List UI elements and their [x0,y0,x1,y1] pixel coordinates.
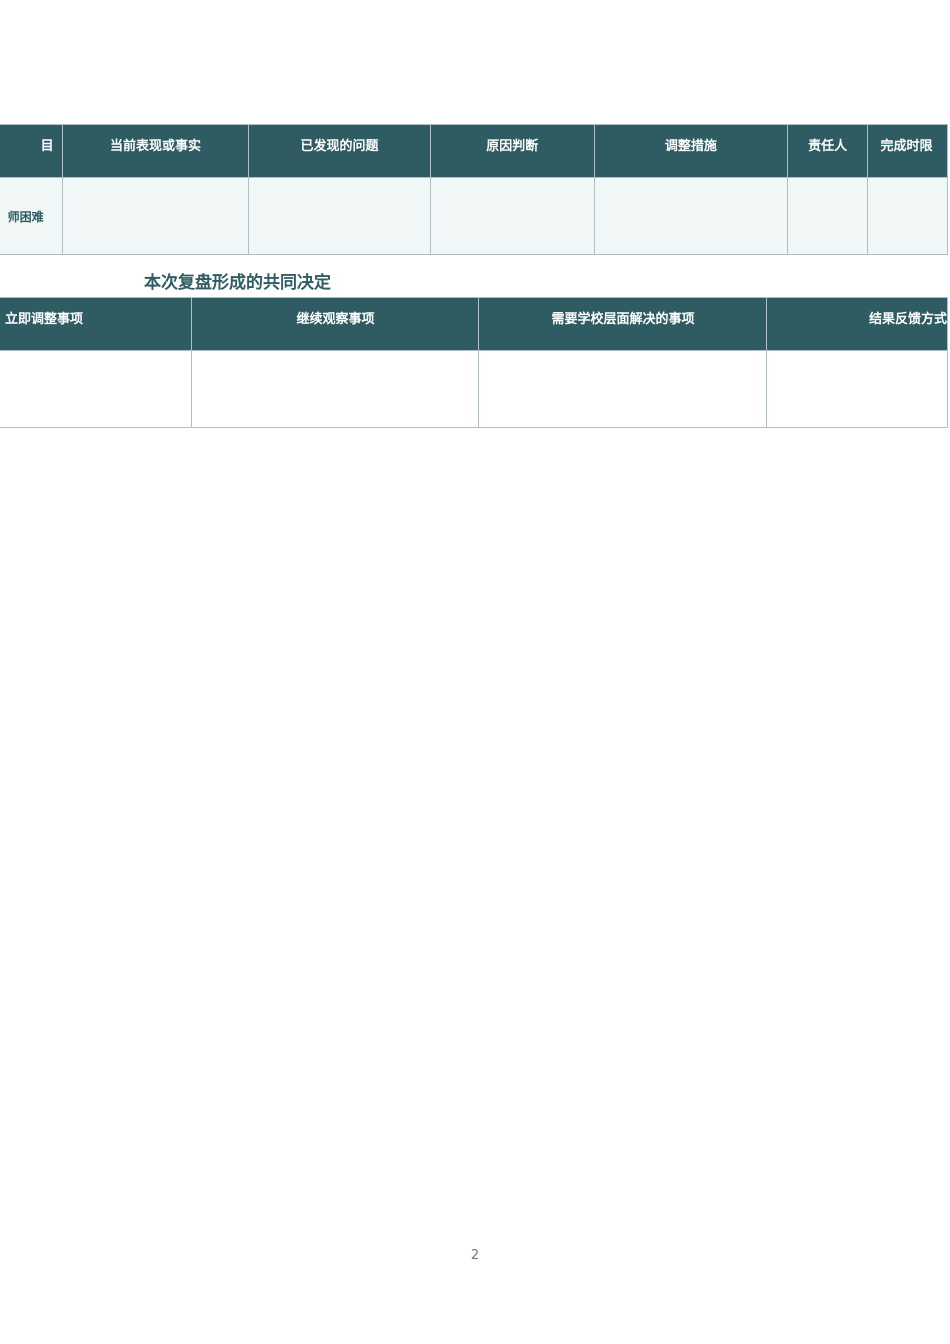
review-col-measures-header: 调整措施 [593,124,788,178]
page-number: 2 [470,1248,480,1263]
review-col-deadline-header: 完成时限 [867,124,948,178]
decision-col-school-header: 需要学校层面解决的事项 [478,297,768,351]
decision-cell-observe [191,350,480,428]
review-col-cause-header: 原因判断 [429,124,595,178]
review-col-owner-header: 责任人 [786,124,869,178]
review-col-facts-header: 当前表现或事实 [61,124,250,178]
decision-col-feedback-header: 结果反馈方式 [766,297,948,351]
review-cell-cause [429,177,595,255]
decision-cell-immediate [0,350,193,428]
decision-table-header-row: 立即调整事项 继续观察事项 需要学校层面解决的事项 结果反馈方式 [0,297,948,351]
decision-col-immediate-header: 立即调整事项 [0,297,193,351]
table-row: 师困难 [0,177,948,255]
review-row-label: 师困难 [0,177,63,255]
decision-table: 立即调整事项 继续观察事项 需要学校层面解决的事项 结果反馈方式 [0,297,948,428]
decision-cell-feedback [766,350,948,428]
review-cell-facts [61,177,250,255]
review-table: 目 当前表现或事实 已发现的问题 原因判断 调整措施 责任人 完成时限 师困难 [0,124,948,255]
decision-section-title: 本次复盘形成的共同决定 [144,273,331,293]
review-cell-measures [593,177,788,255]
review-cell-owner [786,177,869,255]
table-row [0,350,948,428]
decision-col-observe-header: 继续观察事项 [191,297,480,351]
review-cell-deadline [867,177,948,255]
review-table-header-row: 目 当前表现或事实 已发现的问题 原因判断 调整措施 责任人 完成时限 [0,124,948,178]
review-col-item-header: 目 [0,124,63,178]
review-col-issues-header: 已发现的问题 [248,124,431,178]
decision-cell-school [478,350,768,428]
review-cell-issues [248,177,431,255]
